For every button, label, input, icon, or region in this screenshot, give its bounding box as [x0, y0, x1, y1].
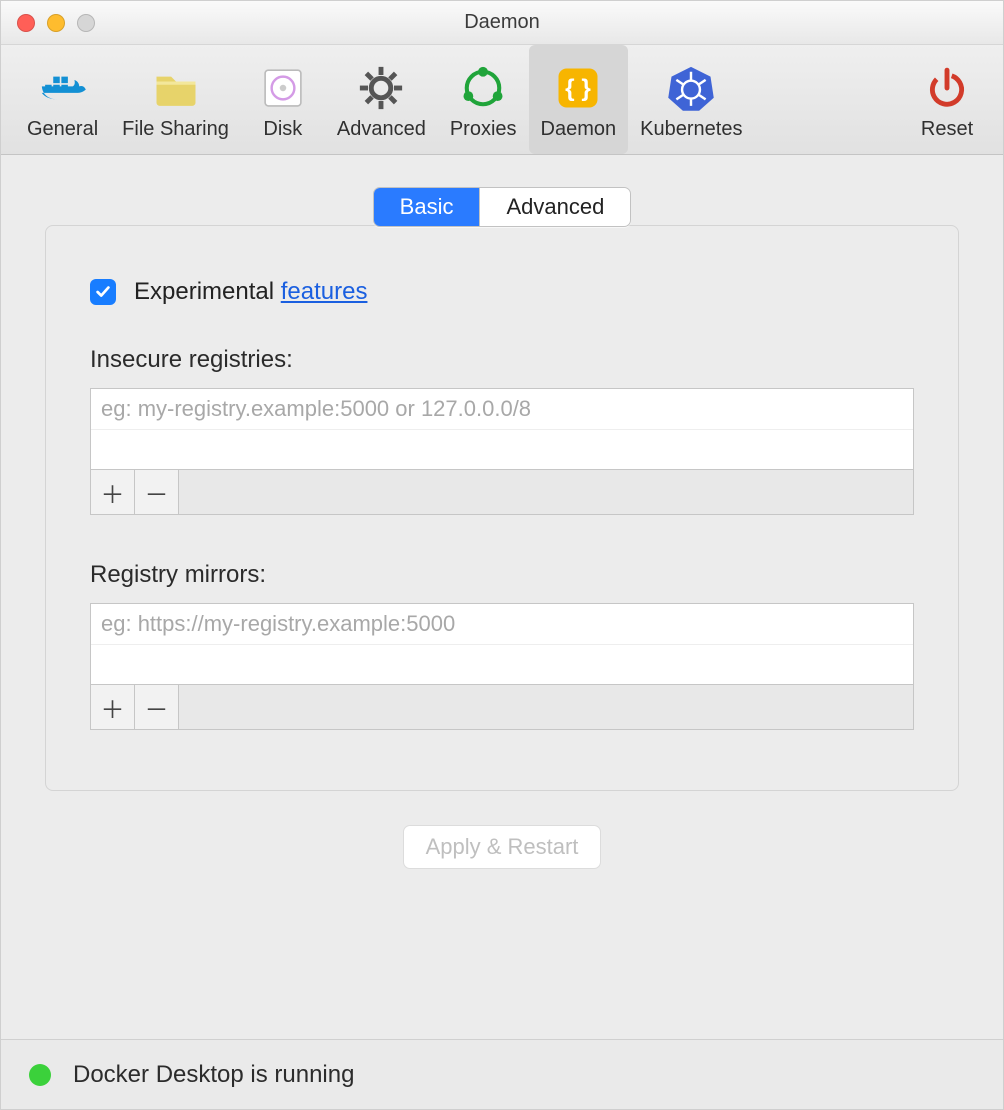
plus-icon: ＋ [101, 690, 125, 725]
toolbar-item-reset[interactable]: Reset [905, 45, 989, 154]
list-footer: ＋ － [91, 684, 913, 729]
list-placeholder-row[interactable]: eg: https://my-registry.example:5000 [91, 604, 913, 644]
status-text: Docker Desktop is running [73, 1061, 354, 1089]
toolbar-label: Proxies [450, 118, 517, 141]
toolbar-label: Disk [263, 118, 302, 141]
status-indicator-icon [29, 1064, 51, 1086]
features-link[interactable]: features [281, 278, 368, 305]
folder-icon [150, 62, 202, 114]
insecure-registries-label: Insecure registries: [90, 346, 914, 374]
apply-row: Apply & Restart [403, 825, 602, 869]
toolbar-label: General [27, 118, 98, 141]
toolbar-label: Kubernetes [640, 118, 742, 141]
tab-basic[interactable]: Basic [374, 188, 480, 226]
preferences-toolbar: General File Sharing Disk Advanced Proxi… [1, 45, 1003, 155]
experimental-row: Experimental features [90, 278, 914, 306]
toolbar-item-kubernetes[interactable]: Kubernetes [628, 45, 754, 154]
titlebar: Daemon [1, 1, 1003, 45]
zoom-icon [77, 14, 95, 32]
minus-icon: － [145, 690, 169, 725]
remove-button[interactable]: － [135, 685, 179, 729]
svg-text:{ }: { } [565, 75, 591, 102]
toolbar-item-general[interactable]: General [15, 45, 110, 154]
toolbar-label: Reset [921, 118, 973, 141]
whale-icon [37, 62, 89, 114]
minimize-icon[interactable] [47, 14, 65, 32]
toolbar-label: File Sharing [122, 118, 229, 141]
braces-icon: { } [552, 62, 604, 114]
add-button[interactable]: ＋ [91, 470, 135, 514]
kubernetes-icon [665, 62, 717, 114]
preferences-window: Daemon General File Sharing Disk Advance… [0, 0, 1004, 1110]
toolbar-item-proxies[interactable]: Proxies [438, 45, 529, 154]
window-title: Daemon [464, 11, 540, 34]
toolbar-item-disk[interactable]: Disk [241, 45, 325, 154]
minus-icon: － [145, 475, 169, 510]
apply-restart-button[interactable]: Apply & Restart [403, 825, 602, 869]
remove-button[interactable]: － [135, 470, 179, 514]
mode-segmented-control: Basic Advanced [373, 187, 632, 227]
list-empty-row[interactable] [91, 429, 913, 469]
status-bar: Docker Desktop is running [1, 1039, 1003, 1109]
registry-mirrors-label: Registry mirrors: [90, 561, 914, 589]
close-icon[interactable] [17, 14, 35, 32]
toolbar-label: Advanced [337, 118, 426, 141]
tab-advanced[interactable]: Advanced [479, 188, 630, 226]
gear-icon [355, 62, 407, 114]
power-icon [921, 62, 973, 114]
toolbar-label: Daemon [541, 118, 617, 141]
network-icon [457, 62, 509, 114]
toolbar-item-file-sharing[interactable]: File Sharing [110, 45, 241, 154]
toolbar-item-advanced[interactable]: Advanced [325, 45, 438, 154]
experimental-checkbox[interactable] [90, 279, 116, 305]
list-footer: ＋ － [91, 469, 913, 514]
window-controls [17, 14, 95, 32]
insecure-registries-list[interactable]: eg: my-registry.example:5000 or 127.0.0.… [90, 388, 914, 515]
content-area: Basic Advanced Experimental features Ins… [1, 155, 1003, 1039]
settings-panel: Experimental features Insecure registrie… [45, 225, 959, 791]
list-placeholder-row[interactable]: eg: my-registry.example:5000 or 127.0.0.… [91, 389, 913, 429]
experimental-label: Experimental features [134, 278, 367, 306]
insecure-registries-section: Insecure registries: eg: my-registry.exa… [90, 346, 914, 515]
registry-mirrors-list[interactable]: eg: https://my-registry.example:5000 ＋ － [90, 603, 914, 730]
add-button[interactable]: ＋ [91, 685, 135, 729]
plus-icon: ＋ [101, 475, 125, 510]
registry-mirrors-section: Registry mirrors: eg: https://my-registr… [90, 561, 914, 730]
toolbar-item-daemon[interactable]: { } Daemon [529, 45, 629, 154]
disk-icon [257, 62, 309, 114]
list-empty-row[interactable] [91, 644, 913, 684]
